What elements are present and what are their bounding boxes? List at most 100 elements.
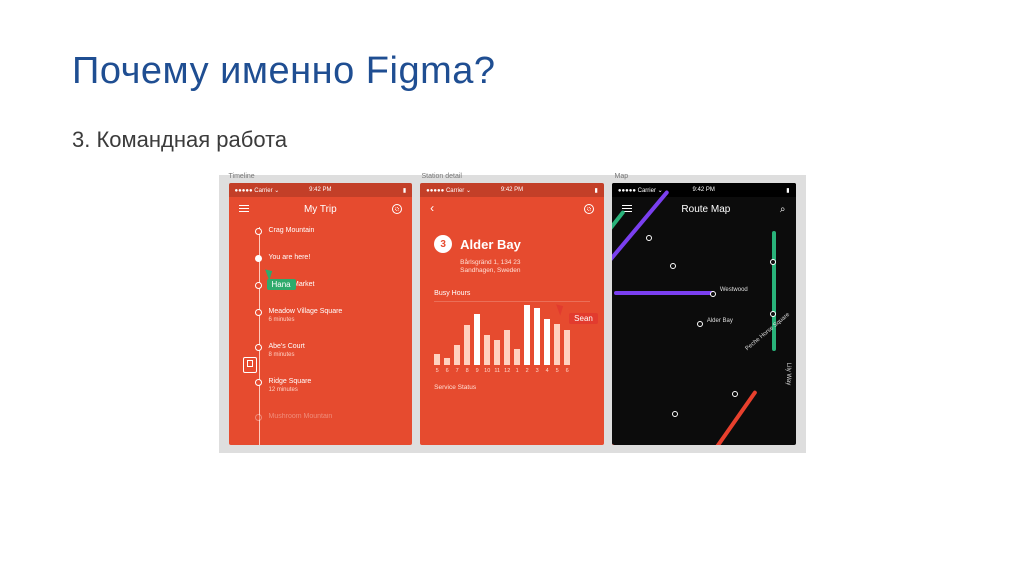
chart-bar	[504, 330, 510, 365]
map-node	[670, 263, 676, 269]
chart-bar	[474, 314, 480, 365]
map-node	[732, 391, 738, 397]
settings-icon[interactable]	[584, 204, 594, 214]
frame-label: Station detail	[422, 173, 462, 180]
chart-bar	[444, 358, 450, 365]
stop-dot-icon	[255, 228, 262, 235]
route-line-purple	[614, 291, 714, 295]
chart-bar	[524, 305, 530, 365]
busy-hours-title: Busy Hours	[434, 290, 590, 297]
station-name: Alder Bay	[460, 237, 521, 252]
station-detail: 3 Alder Bay Bårlsgränd 1, 134 23 Sandhag…	[420, 221, 604, 445]
chart-bar	[494, 340, 500, 365]
route-map[interactable]: Westwood Alder Bay Peche Horse Square Li…	[612, 221, 796, 445]
timeline-stop[interactable]: Crag Mountain	[259, 227, 413, 234]
axis-tick: 5	[554, 368, 560, 374]
station-number: 3	[434, 235, 452, 253]
stop-name: Mushroom Mountain	[269, 413, 413, 420]
chart-bar	[534, 308, 540, 364]
route-line-red	[612, 396, 645, 445]
stop-subtitle: 8 minutes	[269, 352, 413, 358]
stop-name: Crag Mountain	[269, 227, 413, 234]
mockup-timeline: ●●●●● Carrier ⌄ 9:42 PM ▮ My Trip Crag M…	[229, 183, 413, 445]
map-node	[672, 411, 678, 417]
trip-timeline: Crag MountainYou are here!Iceland Market…	[229, 221, 413, 445]
axis-tick: 9	[474, 368, 480, 374]
axis-tick: 1	[514, 368, 520, 374]
figma-canvas: Timeline Station detail Map ●●●●● Carrie…	[219, 175, 806, 453]
map-node	[710, 291, 716, 297]
collab-cursor-label: Hana	[267, 279, 296, 290]
slide-title: Почему именно Figma?	[72, 50, 952, 93]
busy-hours-axis: 56789101112123456	[434, 368, 590, 374]
frame-label: Map	[615, 173, 629, 180]
map-node	[770, 311, 776, 317]
map-node	[770, 259, 776, 265]
settings-icon[interactable]	[392, 204, 402, 214]
collab-cursor-label: Sean	[569, 313, 598, 324]
chart-bar	[454, 345, 460, 364]
stop-subtitle: 6 minutes	[269, 317, 413, 323]
map-label: Lily Way	[785, 363, 791, 385]
stop-subtitle: 12 minutes	[269, 387, 413, 393]
axis-tick: 4	[544, 368, 550, 374]
axis-tick: 2	[524, 368, 530, 374]
status-time: 9:42 PM	[612, 187, 796, 193]
menu-icon[interactable]	[239, 204, 249, 214]
axis-tick: 6	[564, 368, 570, 374]
stop-name: Meadow Village Square	[269, 308, 413, 315]
mockup-route-map: ●●●●● Carrier ⌄ 9:42 PM ▮ Route Map ⌕	[612, 183, 796, 445]
timeline-stop[interactable]: Abe's Court 8 minutes	[259, 343, 413, 358]
chart-bar	[464, 325, 470, 365]
axis-tick: 5	[434, 368, 440, 374]
chart-bar	[514, 349, 520, 365]
screen-title: Route Map	[681, 204, 730, 215]
timeline-stop[interactable]: You are here!	[259, 254, 413, 261]
route-line-green	[772, 231, 776, 351]
route-line-red	[708, 390, 757, 445]
status-bar: ●●●●● Carrier ⌄ 9:42 PM ▮	[612, 183, 796, 197]
axis-tick: 3	[534, 368, 540, 374]
timeline-stop[interactable]: Ridge Square 12 minutes	[259, 378, 413, 393]
axis-tick: 12	[504, 368, 510, 374]
tram-icon	[243, 357, 257, 373]
busy-hours-chart	[434, 301, 590, 365]
app-header: My Trip	[229, 197, 413, 221]
frame-label: Timeline	[229, 173, 255, 180]
chart-bar	[484, 335, 490, 365]
map-label: Peche Horse Square	[744, 312, 791, 352]
axis-tick: 10	[484, 368, 490, 374]
stop-dot-icon	[255, 414, 262, 421]
timeline-stop[interactable]: Meadow Village Square 6 minutes	[259, 308, 413, 323]
status-time: 9:42 PM	[420, 187, 604, 193]
search-icon[interactable]: ⌕	[780, 204, 786, 215]
status-bar: ●●●●● Carrier ⌄ 9:42 PM ▮	[229, 183, 413, 197]
screen-title: My Trip	[304, 204, 337, 215]
stop-dot-icon	[255, 379, 262, 386]
timeline-stop[interactable]: Mushroom Mountain	[259, 413, 413, 420]
chart-bar	[554, 324, 560, 365]
stop-dot-icon	[255, 282, 262, 289]
stop-dot-icon	[255, 309, 262, 316]
status-time: 9:42 PM	[229, 187, 413, 193]
chart-bar	[434, 354, 440, 365]
stop-name: Abe's Court	[269, 343, 413, 350]
chart-bar	[544, 319, 550, 365]
stop-name: Ridge Square	[269, 378, 413, 385]
back-icon[interactable]	[430, 204, 440, 214]
axis-tick: 11	[494, 368, 500, 374]
axis-tick: 6	[444, 368, 450, 374]
station-address: Bårlsgränd 1, 134 23 Sandhagen, Sweden	[460, 259, 590, 276]
chart-bar	[564, 330, 570, 365]
map-label: Alder Bay	[707, 318, 733, 324]
status-bar: ●●●●● Carrier ⌄ 9:42 PM ▮	[420, 183, 604, 197]
map-node	[697, 321, 703, 327]
app-header: Route Map ⌕	[612, 197, 796, 221]
map-label: Westwood	[720, 287, 748, 293]
stop-dot-icon	[255, 344, 262, 351]
axis-tick: 8	[464, 368, 470, 374]
mockup-station-detail: ●●●●● Carrier ⌄ 9:42 PM ▮ 3 Alder Bay Bå…	[420, 183, 604, 445]
route-line-green	[612, 210, 626, 346]
stop-name: You are here!	[269, 254, 413, 261]
stop-dot-icon	[255, 255, 262, 262]
